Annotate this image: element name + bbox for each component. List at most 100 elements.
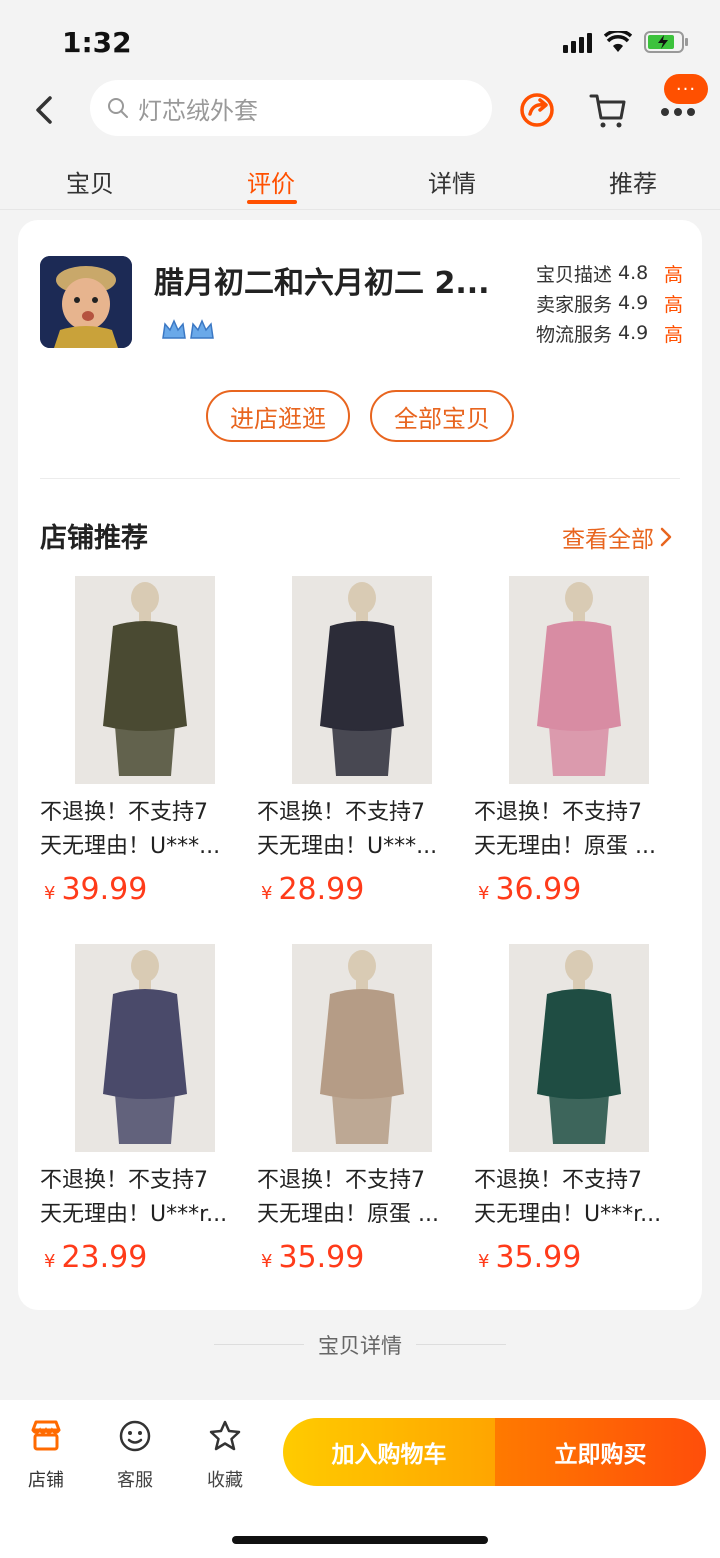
tab-recommend[interactable]: 推荐 — [609, 164, 657, 199]
rating-level: 高 — [664, 293, 684, 316]
product-title-line: 天无理由！U***r... — [40, 1202, 228, 1227]
service-label: 客服 — [117, 1470, 153, 1491]
search-input[interactable]: 灯芯绒外套 — [90, 80, 492, 136]
product-title: 不退换！不支持7 天无理由！U***r... — [40, 1164, 245, 1232]
divider — [40, 478, 680, 479]
cart-button[interactable] — [588, 90, 628, 130]
add-to-cart-button[interactable]: 加入购物车 — [283, 1418, 495, 1486]
share-icon — [520, 93, 554, 127]
rating-label: 卖家服务 — [536, 293, 613, 316]
product-card[interactable]: 不退换！不支持7 天无理由！原蛋 ... ¥36.99 — [474, 576, 684, 916]
price-currency: ¥ — [261, 883, 273, 904]
store-avatar[interactable] — [40, 256, 132, 348]
section-tabs: 宝贝 评价 详情 推荐 — [0, 160, 720, 210]
star-icon — [209, 1420, 241, 1451]
customer-service-icon — [119, 1420, 151, 1452]
customer-service-button[interactable]: 客服 — [105, 1418, 165, 1492]
battery-icon — [644, 30, 690, 54]
active-tab-indicator — [247, 200, 297, 204]
product-price: ¥36.99 — [478, 872, 581, 907]
bottom-action-bar: 店铺 客服 收藏 加入购物车 立即购买 — [0, 1400, 720, 1558]
view-all-link[interactable]: 查看全部 — [562, 520, 672, 554]
product-title: 不退换！不支持7 天无理由！原蛋 ... — [257, 1164, 462, 1232]
product-image — [474, 576, 684, 784]
rating-label: 物流服务 — [536, 323, 613, 346]
details-divider: 宝贝详情 — [0, 1326, 720, 1362]
price-currency: ¥ — [261, 1251, 273, 1272]
tab-details[interactable]: 详情 — [428, 164, 476, 199]
tab-items[interactable]: 宝贝 — [66, 164, 114, 199]
product-image — [474, 944, 684, 1152]
product-title-line: 天无理由！原蛋 ... — [257, 1202, 439, 1227]
product-price: ¥28.99 — [261, 872, 364, 907]
buy-now-button[interactable]: 立即购买 — [495, 1418, 706, 1486]
product-title-line: 不退换！不支持7 — [474, 800, 642, 825]
rating-row: 物流服务 4.9 高 — [536, 318, 683, 348]
product-title-line: 天无理由！U***r... — [474, 1202, 662, 1227]
rating-value: 4.8 — [618, 262, 649, 284]
tab-reviews[interactable]: 评价 — [247, 164, 295, 199]
store-level-badges — [160, 316, 216, 344]
store-name[interactable]: 腊月初二和六月初二 2... — [154, 258, 524, 302]
store-icon — [31, 1420, 61, 1451]
share-button[interactable] — [516, 88, 558, 130]
product-card[interactable]: 不退换！不支持7 天无理由！U***r... ¥35.99 — [474, 944, 684, 1284]
status-icons — [563, 30, 690, 54]
product-title: 不退换！不支持7 天无理由！原蛋 ... — [474, 796, 679, 864]
price-amount: 23.99 — [61, 1240, 148, 1275]
price-amount: 36.99 — [495, 872, 582, 907]
back-button[interactable] — [30, 92, 60, 128]
view-all-label: 查看全部 — [562, 527, 654, 553]
rating-value: 4.9 — [618, 322, 649, 344]
favorite-label: 收藏 — [207, 1470, 243, 1491]
rating-row: 宝贝描述 4.8 高 — [536, 258, 683, 288]
product-title-line: 天无理由！U***... — [40, 834, 221, 859]
rating-row: 卖家服务 4.9 高 — [536, 288, 683, 318]
product-image — [40, 576, 250, 784]
price-currency: ¥ — [478, 883, 490, 904]
product-title-line: 不退换！不支持7 — [40, 1168, 208, 1193]
rating-label: 宝贝描述 — [536, 263, 613, 286]
chevron-right-icon — [660, 527, 672, 547]
search-icon — [108, 98, 128, 118]
product-title: 不退换！不支持7 天无理由！U***r... — [474, 1164, 679, 1232]
product-price: ¥23.99 — [44, 1240, 147, 1275]
wifi-icon — [604, 31, 632, 53]
price-currency: ¥ — [478, 1251, 490, 1272]
product-card[interactable]: 不退换！不支持7 天无理由！U***... ¥39.99 — [40, 576, 250, 916]
shopping-cart-icon — [589, 94, 626, 128]
price-currency: ¥ — [44, 1251, 56, 1272]
product-title: 不退换！不支持7 天无理由！U***... — [257, 796, 462, 864]
divider-line — [416, 1344, 506, 1345]
status-time: 1:32 — [62, 26, 132, 59]
price-amount: 35.99 — [495, 1240, 582, 1275]
product-price: ¥35.99 — [478, 1240, 581, 1275]
home-indicator — [232, 1536, 488, 1544]
store-tab-label: 店铺 — [28, 1470, 64, 1491]
crown-icon — [162, 319, 214, 339]
product-title-line: 不退换！不支持7 — [40, 800, 208, 825]
section-title: 店铺推荐 — [40, 523, 148, 554]
product-title-line: 不退换！不支持7 — [257, 1168, 425, 1193]
price-currency: ¥ — [44, 883, 56, 904]
rating-value: 4.9 — [618, 292, 649, 314]
message-badge[interactable]: ··· — [664, 74, 708, 104]
product-price: ¥39.99 — [44, 872, 147, 907]
store-tab-button[interactable]: 店铺 — [16, 1418, 76, 1492]
store-ratings: 宝贝描述 4.8 高 卖家服务 4.9 高 物流服务 4.9 高 — [536, 258, 683, 348]
favorite-button[interactable]: 收藏 — [195, 1418, 255, 1492]
product-image — [40, 944, 250, 1152]
product-card[interactable]: 不退换！不支持7 天无理由！原蛋 ... ¥35.99 — [257, 944, 467, 1284]
avatar-image — [40, 256, 132, 348]
all-items-button[interactable]: 全部宝贝 — [370, 390, 514, 442]
price-amount: 39.99 — [61, 872, 148, 907]
enter-store-button[interactable]: 进店逛逛 — [206, 390, 350, 442]
product-card[interactable]: 不退换！不支持7 天无理由！U***r... ¥23.99 — [40, 944, 250, 1284]
product-image — [257, 576, 467, 784]
details-label: 宝贝详情 — [318, 1334, 402, 1358]
product-title-line: 不退换！不支持7 — [474, 1168, 642, 1193]
product-card[interactable]: 不退换！不支持7 天无理由！U***... ¥28.99 — [257, 576, 467, 916]
chevron-left-icon — [36, 96, 52, 124]
status-bar: 1:32 — [0, 0, 720, 80]
rating-level: 高 — [664, 323, 684, 346]
